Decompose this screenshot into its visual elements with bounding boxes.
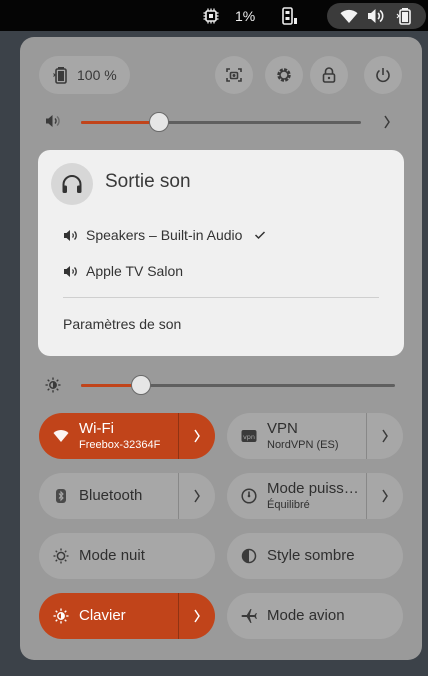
vpn-menu-button[interactable] [366,413,403,459]
battery-icon [396,7,414,25]
system-status-pill[interactable] [327,3,426,29]
brightness-icon [45,377,61,393]
power-mode-gauge-icon [241,488,257,504]
wifi-icon [340,8,358,24]
settings-button[interactable] [265,56,303,94]
volume-slider-fill [81,121,159,124]
lock-button[interactable] [310,56,348,94]
audio-device-label: Apple TV Salon [86,263,184,279]
vpn-connection-name: NordVPN (ES) [267,439,339,451]
dark-style-label: Style sombre [267,547,355,564]
chevron-right-icon [382,429,388,443]
checkmark-icon [254,230,266,240]
volume-icon [367,8,385,24]
wifi-label: Wi-Fi [79,420,114,437]
vpn-toggle[interactable]: vpn VPN NordVPN (ES) [227,413,403,459]
keyboard-brightness-icon [53,608,69,624]
volume-slider[interactable] [81,112,361,132]
bluetooth-label: Bluetooth [79,487,143,504]
wifi-toggle[interactable]: Wi-Fi Freebox-32364F [39,413,215,459]
audio-device-item[interactable]: Apple TV Salon [63,259,183,283]
menu-divider [63,297,379,298]
svg-text:vpn: vpn [243,433,255,441]
volume-slider-knob[interactable] [149,112,169,132]
sound-output-menu: Sortie son Speakers – Built-in Audio App… [38,150,404,356]
night-mode-toggle[interactable]: Mode nuit [39,533,215,579]
power-button[interactable] [364,56,402,94]
keyboard-menu-button[interactable] [178,593,215,639]
sound-settings-link[interactable]: Paramètres de son [63,316,181,332]
chevron-right-icon [382,489,388,503]
usb-drive-icon[interactable] [281,0,297,31]
volume-icon [45,114,61,128]
battery-icon [53,66,69,84]
chevron-right-icon [194,429,200,443]
speaker-icon [63,265,78,278]
screenshot-button[interactable] [215,56,253,94]
dark-style-toggle[interactable]: Style sombre [227,533,403,579]
bluetooth-menu-button[interactable] [178,473,215,519]
chevron-right-icon [194,609,200,623]
battery-percent-text[interactable]: 1% [235,0,255,31]
battery-status-button[interactable]: 100 % [39,56,130,94]
vpn-label: VPN [267,420,298,437]
dark-style-icon [241,548,257,564]
keyboard-toggle[interactable]: Clavier [39,593,215,639]
bluetooth-toggle[interactable]: Bluetooth [39,473,215,519]
brightness-slider-knob[interactable] [131,375,151,395]
vpn-icon: vpn [241,428,257,444]
cpu-icon[interactable] [202,0,220,31]
wifi-icon [53,428,69,444]
headphones-icon-circle [51,163,93,205]
wifi-menu-button[interactable] [178,413,215,459]
lock-icon [322,67,336,83]
volume-expand-chevron-icon[interactable] [382,114,392,130]
bluetooth-icon [53,488,69,504]
wifi-network-name: Freebox-32364F [79,439,161,451]
brightness-slider[interactable] [81,375,395,395]
sound-output-title: Sortie son [105,171,191,192]
power-mode-toggle[interactable]: Mode puiss… Équilibré [227,473,403,519]
chevron-right-icon [194,489,200,503]
audio-device-label: Speakers – Built-in Audio [86,227,243,243]
power-mode-menu-button[interactable] [366,473,403,519]
battery-label: 100 % [77,67,117,83]
audio-device-item[interactable]: Speakers – Built-in Audio [63,223,266,247]
screenshot-icon [226,68,242,82]
airplane-mode-label: Mode avion [267,607,345,624]
night-light-icon [53,548,69,564]
keyboard-label: Clavier [79,607,126,624]
airplane-mode-toggle[interactable]: Mode avion [227,593,403,639]
airplane-icon [241,608,257,624]
settings-icon [277,68,291,82]
power-icon [376,68,390,83]
power-mode-label: Mode puiss… [267,480,359,497]
night-mode-label: Mode nuit [79,547,145,564]
top-bar: 1% [0,0,428,31]
headphones-icon [62,175,82,193]
speaker-icon [63,229,78,242]
power-mode-value: Équilibré [267,499,310,511]
